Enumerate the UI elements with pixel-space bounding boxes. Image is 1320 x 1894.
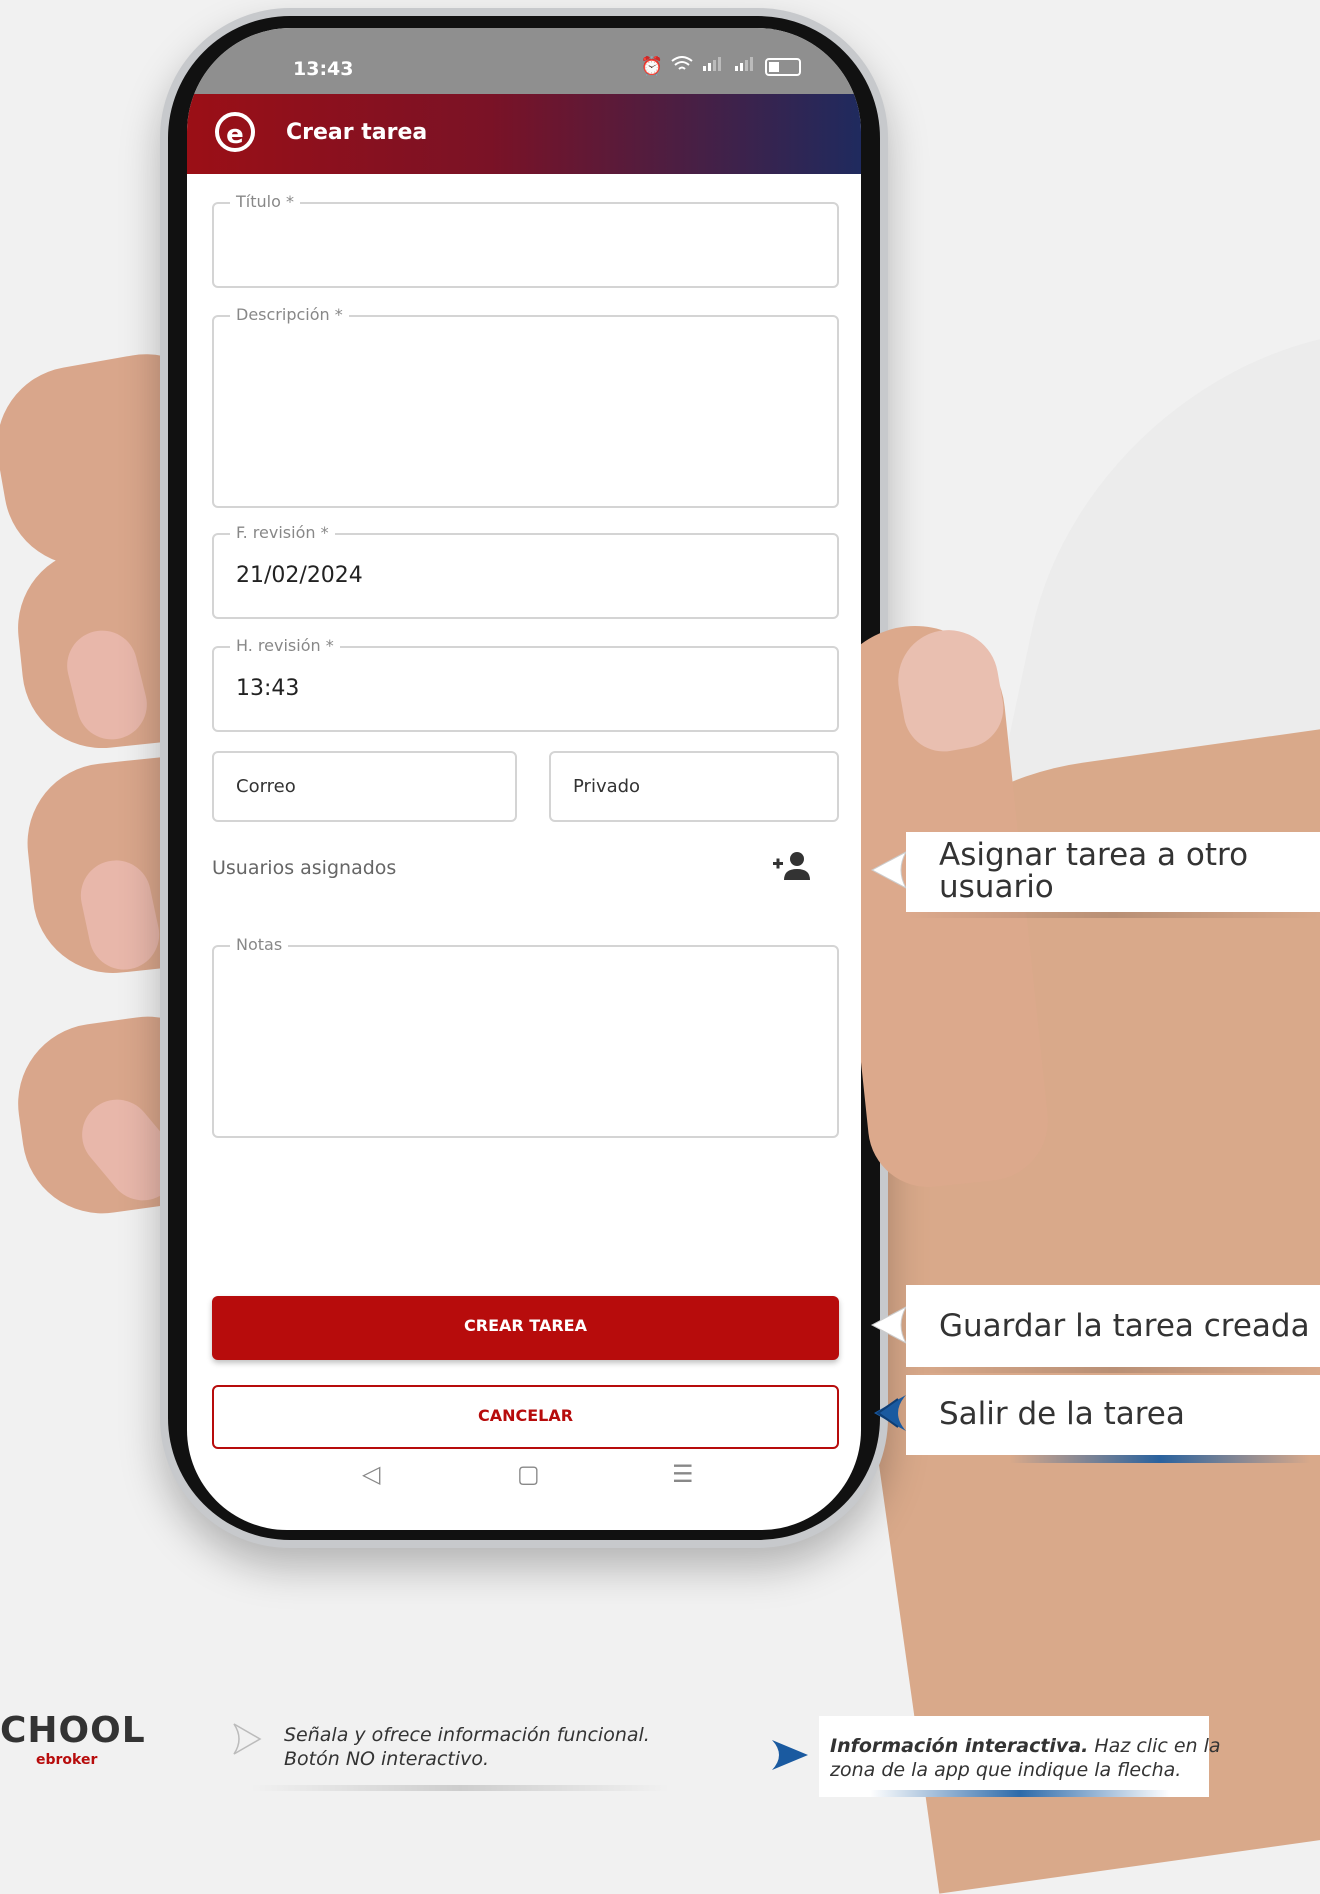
wifi-icon [671, 56, 693, 77]
back-nav-icon[interactable]: ◁ [362, 1460, 380, 1488]
review-date-value: 21/02/2024 [236, 563, 363, 588]
private-toggle[interactable]: Privado [549, 751, 839, 822]
cancel-button[interactable]: CANCELAR [212, 1385, 839, 1449]
school-brand-logo: CHOOL ebroker [0, 1710, 146, 1768]
brand-subtext: ebroker [36, 1752, 98, 1768]
callout-text: Salir de la tarea [939, 1396, 1185, 1432]
home-nav-icon[interactable]: ▢ [517, 1460, 540, 1488]
callout-underline [1010, 1455, 1310, 1463]
legend-text: Botón NO interactivo. [284, 1748, 490, 1770]
non-interactive-arrow-icon [232, 1722, 262, 1760]
create-task-button[interactable]: CREAR TAREA [212, 1296, 839, 1360]
review-time-field[interactable]: H. revisión * 13:43 [212, 636, 839, 732]
title-field[interactable]: Título * [212, 192, 839, 288]
callout-text: usuario [939, 869, 1054, 905]
ebroker-logo-icon: e [215, 112, 255, 152]
legend-text: Información interactiva. Haz clic en la [830, 1734, 1221, 1758]
description-field[interactable]: Descripción * [212, 305, 839, 508]
assigned-users-label: Usuarios asignados [212, 857, 397, 879]
email-toggle[interactable]: Correo [212, 751, 517, 822]
menu-nav-icon[interactable]: ☰ [672, 1460, 694, 1488]
field-label: H. revisión * [230, 636, 340, 655]
add-person-icon [773, 852, 810, 880]
email-label: Correo [236, 776, 296, 797]
brand-text: CHOOL [0, 1710, 146, 1751]
interactive-legend-arrow-icon [770, 1738, 810, 1776]
legend-text: zona de la app que indique la flecha. [830, 1759, 1182, 1781]
app-bar: e Crear tarea [187, 94, 861, 174]
signal-icon [733, 56, 757, 77]
legend-underline [870, 1790, 1170, 1797]
legend-bold-text: Información interactiva. [830, 1735, 1089, 1757]
field-label: Notas [230, 935, 289, 954]
battery-icon [765, 57, 801, 76]
field-label: Descripción * [230, 305, 349, 324]
status-icons: ⏰ [641, 56, 801, 77]
system-nav-bar: ◁ ▢ ☰ [187, 1450, 861, 1510]
status-time: 13:43 [293, 58, 354, 80]
callout-save-task: Guardar la tarea creada [906, 1285, 1320, 1367]
field-label: Título * [230, 192, 300, 211]
review-date-field[interactable]: F. revisión * 21/02/2024 [212, 523, 839, 619]
callout-text: Guardar la tarea creada [939, 1308, 1310, 1344]
page-title: Crear tarea [286, 120, 428, 145]
callout-exit-task[interactable]: Salir de la tarea [906, 1375, 1320, 1455]
field-label: F. revisión * [230, 523, 335, 542]
legend-underline [250, 1785, 670, 1791]
callout-arrow-icon [868, 1305, 908, 1345]
callout-assign-user: Asignar tarea a otro usuario [906, 832, 1320, 912]
add-user-button[interactable] [771, 850, 811, 889]
callout-text: Asignar tarea a otro [939, 837, 1249, 873]
callout-underline [906, 1367, 1320, 1373]
signal-icon [701, 56, 725, 77]
notes-field[interactable]: Notas [212, 935, 839, 1138]
private-label: Privado [573, 776, 641, 797]
interactive-arrow-icon[interactable] [868, 1393, 908, 1433]
callout-arrow-icon [868, 850, 908, 890]
legend-text: Señala y ofrece información funcional. [284, 1724, 650, 1746]
status-bar: 13:43 ⏰ [187, 28, 861, 94]
phone-screen: 13:43 ⏰ e Crear tarea Título * Descripci… [187, 28, 861, 1530]
alarm-icon: ⏰ [640, 56, 663, 77]
review-time-value: 13:43 [236, 676, 300, 701]
callout-underline [906, 912, 1320, 918]
legend-text-rest: Haz clic en la [1088, 1735, 1221, 1757]
